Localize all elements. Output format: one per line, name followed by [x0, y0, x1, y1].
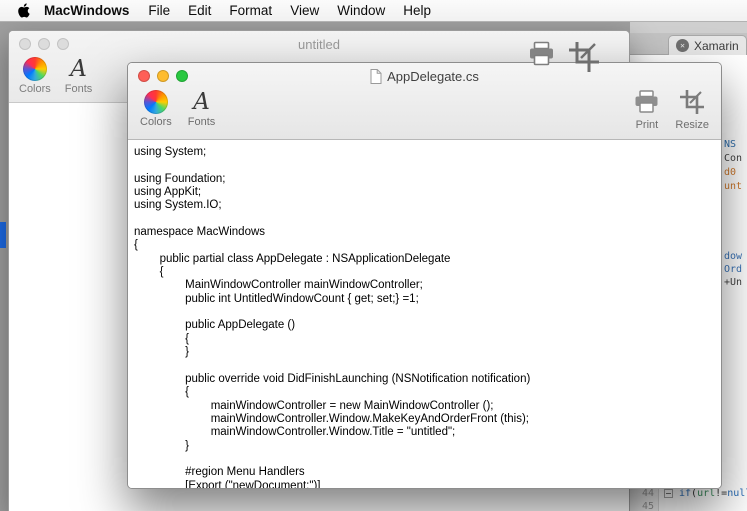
fonts-button[interactable]: A Fonts [64, 56, 93, 96]
untitled-toolbar: Colors A Fonts [19, 57, 92, 95]
menu-item-view[interactable]: View [281, 0, 328, 22]
menu-item-window[interactable]: Window [328, 0, 394, 22]
resize-label: Resize [675, 119, 709, 131]
code-line: 45 [630, 501, 747, 511]
code-fragment: dow [724, 251, 743, 262]
menu-item-macwindows[interactable]: MacWindows [34, 0, 139, 22]
apple-menu[interactable] [17, 2, 31, 19]
appdelegate-toolbar: Colors A Fonts Print Resize [140, 90, 709, 131]
tab-xamarin[interactable]: ✕ Xamarin [668, 35, 747, 55]
menu-item-edit[interactable]: Edit [179, 0, 220, 22]
xamarin-tab-bar: ✕ Xamarin [630, 33, 747, 55]
text-editor[interactable]: using System; using Foundation; using Ap… [128, 140, 721, 488]
resize-button[interactable]: Resize [675, 90, 709, 131]
menu-item-help[interactable]: Help [394, 0, 440, 22]
line-number: 45 [641, 501, 654, 511]
code-fragment: Ord [724, 264, 743, 275]
xamarin-window-chrome [630, 22, 747, 33]
appdelegate-window-chrome: AppDelegate.cs Colors A Fonts Print Resi… [128, 63, 721, 140]
desktop: ✕ Xamarin NS Con d0 unt dow Ord +Un 44 i… [0, 0, 747, 511]
code-fragment: +Un [724, 277, 743, 288]
appdelegate-titlebar[interactable]: AppDelegate.cs [128, 63, 721, 89]
code-token: url [697, 488, 716, 499]
print-button[interactable]: Print [634, 90, 659, 131]
colors-button[interactable]: Colors [140, 90, 172, 131]
code-fold-icon[interactable] [664, 489, 673, 498]
tab-label: Xamarin [694, 38, 739, 53]
print-label: Print [635, 119, 659, 131]
code-fragment: Con [724, 153, 743, 164]
print-icon[interactable] [528, 41, 555, 73]
color-wheel-icon [22, 57, 47, 81]
menu-item-file[interactable]: File [139, 0, 179, 22]
code-line: 44 if (url != null) { [630, 488, 747, 499]
colors-button[interactable]: Colors [19, 57, 51, 95]
close-tab-icon[interactable]: ✕ [676, 39, 689, 52]
crop-icon[interactable] [568, 41, 600, 78]
fonts-label: Fonts [64, 83, 93, 95]
crop-icon [680, 90, 705, 117]
line-number: 44 [641, 488, 654, 499]
document-icon [370, 68, 382, 84]
background-toolbar-icons [528, 41, 600, 78]
menu-item-format[interactable]: Format [220, 0, 281, 22]
window-title-text: AppDelegate.cs [387, 68, 479, 84]
fonts-label: Fonts [187, 116, 216, 128]
fonts-icon: A [193, 89, 210, 115]
colors-label: Colors [140, 116, 172, 128]
code-token: null [727, 488, 747, 499]
fonts-icon: A [70, 56, 87, 82]
code-token: != [715, 488, 728, 499]
code-fragment: NS [724, 139, 737, 150]
code-text[interactable]: using System; using Foundation; using Ap… [128, 140, 721, 488]
window-title: AppDelegate.cs [128, 63, 721, 89]
menu-bar: MacWindows File Edit Format View Window … [0, 0, 747, 22]
background-selection-fragment [0, 222, 6, 248]
color-wheel-icon [143, 90, 168, 114]
code-token: if [679, 488, 692, 499]
appdelegate-window: AppDelegate.cs Colors A Fonts Print Resi… [127, 62, 722, 489]
fonts-button[interactable]: A Fonts [188, 90, 216, 131]
code-fragment: d0 [724, 167, 737, 178]
colors-label: Colors [19, 83, 51, 95]
print-icon [634, 90, 659, 117]
code-fragment: unt [724, 181, 743, 192]
